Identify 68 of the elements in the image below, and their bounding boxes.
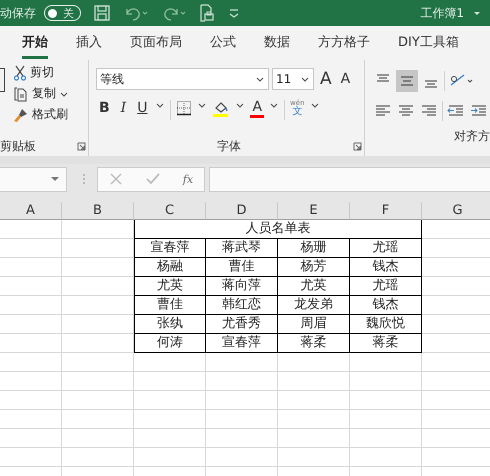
table-title: 人员名单表: [134, 220, 422, 239]
copy-icon: [13, 86, 29, 102]
format-painter-button[interactable]: 格式刷: [11, 105, 71, 124]
dialog-launcher-icon[interactable]: [77, 142, 86, 150]
table-cell: 宣春萍: [206, 334, 278, 353]
workbook-title: 工作簿1: [420, 4, 464, 22]
insert-function-button[interactable]: fx: [182, 172, 194, 186]
table-cell: 尤英: [134, 277, 206, 296]
table-cell: 蒋柔: [350, 334, 422, 353]
autosave-toggle[interactable]: 关: [44, 5, 81, 21]
table-cell: 尤香秀: [206, 315, 278, 334]
copy-button[interactable]: 复制: [11, 84, 71, 103]
borders-icon[interactable]: [176, 100, 192, 116]
grip-icon[interactable]: [81, 172, 87, 186]
column-header[interactable]: A: [0, 202, 62, 220]
column-header[interactable]: G: [422, 202, 490, 220]
scissors-icon: [13, 64, 27, 80]
font-name-field[interactable]: 等线: [96, 68, 269, 90]
table-cell: 尤英: [278, 277, 350, 296]
table-cell: 蒋柔: [278, 334, 350, 353]
autosave-label: 动保存: [0, 4, 36, 22]
column-header[interactable]: E: [278, 202, 350, 220]
ribbon-tab[interactable]: 插入: [76, 27, 102, 59]
ribbon-tab[interactable]: 数据: [264, 27, 290, 59]
ribbon-tab[interactable]: DIY工具箱: [398, 27, 459, 59]
formula-field[interactable]: [209, 166, 490, 192]
column-header[interactable]: F: [350, 202, 422, 220]
table-cell: 周眉: [278, 315, 350, 334]
shrink-font-button[interactable]: A: [338, 71, 354, 87]
ribbon-tab[interactable]: 方方格子: [318, 27, 370, 59]
table-cell: 钱杰: [350, 296, 422, 315]
table-cell: 宣春萍: [134, 239, 206, 258]
table-cell: 何涛: [134, 334, 206, 353]
table-cell: 魏欣悦: [350, 315, 422, 334]
table-cell: 杨融: [134, 258, 206, 277]
table-cell: 张纨: [134, 315, 206, 334]
group-label: 对齐方: [454, 128, 490, 144]
table-cell: 钱杰: [350, 258, 422, 277]
save-icon[interactable]: [93, 4, 111, 22]
print-preview-icon[interactable]: [199, 4, 215, 22]
ribbon-tab[interactable]: 公式: [210, 27, 236, 59]
table-cell: 尤瑶: [350, 239, 422, 258]
fill-color-icon[interactable]: [212, 100, 230, 118]
cut-button[interactable]: 剪切: [11, 63, 71, 82]
group-label: 字体: [217, 138, 241, 154]
table-cell: 曹佳: [134, 296, 206, 315]
table-cell: 曹佳: [206, 258, 278, 277]
underline-button[interactable]: U: [134, 100, 150, 116]
column-header[interactable]: C: [134, 202, 206, 220]
ribbon-tab[interactable]: 页面布局: [130, 27, 182, 59]
table-cell: 龙发弟: [278, 296, 350, 315]
group-label: 剪贴板: [0, 138, 36, 154]
middle-align-icon[interactable]: [396, 70, 418, 92]
table-cell: 蒋武琴: [206, 239, 278, 258]
table-cell: 杨珊: [278, 239, 350, 258]
table-cell: 韩红恋: [206, 296, 278, 315]
bold-button[interactable]: B: [96, 100, 113, 116]
grow-font-button[interactable]: A: [317, 69, 335, 89]
font-color-button[interactable]: A: [250, 100, 264, 118]
font-size-field[interactable]: 11: [272, 68, 314, 90]
table-cell: 尤瑶: [350, 277, 422, 296]
table-cell: 杨芳: [278, 258, 350, 277]
table-cell: 蒋向萍: [206, 277, 278, 296]
column-header[interactable]: B: [62, 202, 134, 220]
paintbrush-icon: [13, 106, 29, 122]
italic-button[interactable]: I: [118, 100, 130, 116]
column-header[interactable]: D: [206, 202, 278, 220]
dialog-launcher-icon[interactable]: [353, 142, 362, 150]
